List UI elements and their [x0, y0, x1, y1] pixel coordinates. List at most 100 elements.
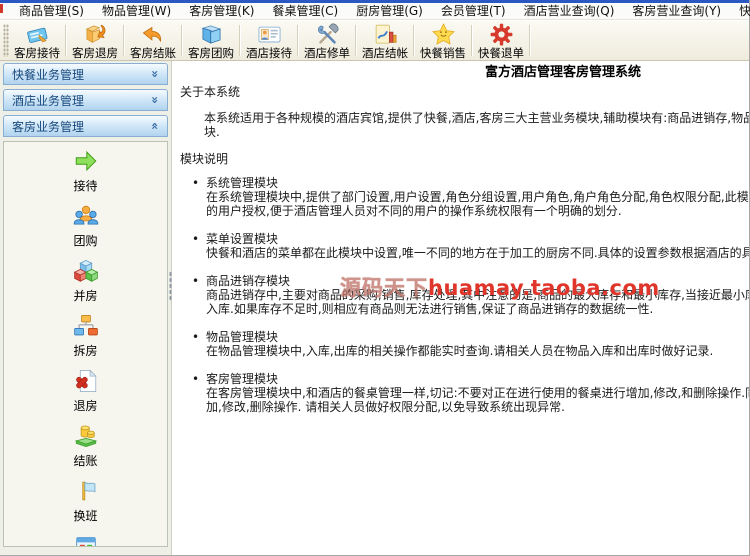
split-room-icon: [73, 313, 99, 339]
menu-item[interactable]: 酒店营业查询(Q): [515, 3, 624, 19]
about-heading: 关于本系统: [180, 85, 241, 99]
content-area: 富方酒店管理客房管理系统 关于本系统 本系统适用于各种规模的酒店宾馆,提供了快餐…: [172, 61, 749, 555]
hotel-management-window: 商品管理(S) 物品管理(W) 客房管理(K) 餐桌管理(C) 厨房管理(G) …: [0, 0, 750, 556]
toolbar-button[interactable]: 酒店结帐: [359, 21, 415, 60]
toolbar-button-label: 客房接待: [14, 46, 60, 60]
module-item: 客房管理模块 在客房管理模块中,和酒店的餐桌管理一样,切记:不要对正在进行使用的…: [178, 372, 749, 414]
text-line: 在客房管理模块中,和酒店的餐桌管理一样,切记:不要对正在进行使用的餐桌进行增加,…: [206, 386, 749, 400]
sidebar: 快餐业务管理 » 酒店业务管理 » 客房业务管理 « 接待 团购 并房 拆房 退…: [0, 61, 172, 555]
module-item: 菜单设置模块 快餐和酒店的菜单都在此模块中设置,唯一不同的地方在于加工的厨房不同…: [178, 232, 749, 260]
settle-coins-icon: [73, 423, 99, 449]
module-item: 商品进销存模块 商品进销存中,主要对商品的采购,销售,库存处理,其中注意的是,商…: [178, 274, 749, 316]
text-line: 在物品管理模块中,入库,出库的相关操作都能实时查询.请相关人员在物品入库和出库时…: [206, 344, 714, 358]
toolbar-button[interactable]: 快餐销售: [417, 21, 473, 60]
about-paragraph: 本系统适用于各种规模的酒店宾馆,提供了快餐,酒店,客房三大主营业务模块,辅助模块…: [178, 111, 749, 139]
sidebar-item[interactable]: 团购: [11, 203, 161, 249]
text-line: 的用户授权,便于酒店管理人员对不同的用户的操作系统权限有一个明确的划分.: [206, 204, 622, 218]
checkout-cross-icon: [73, 368, 99, 394]
module-title: 商品进销存模块: [206, 274, 291, 288]
module-title: 系统管理模块: [206, 176, 279, 190]
module-description: 在客房管理模块中,和酒店的餐桌管理一样,切记:不要对正在进行使用的餐桌进行增加,…: [206, 386, 749, 414]
page-title: 富方酒店管理客房管理系统: [484, 65, 641, 80]
menu-item[interactable]: 餐桌管理(C): [263, 3, 347, 19]
sidebar-item[interactable]: 结账: [11, 423, 161, 469]
menu-item[interactable]: 会员管理(T): [432, 3, 515, 19]
room-groupbuy-icon: [199, 22, 224, 47]
toolbar-button[interactable]: 快餐退单: [475, 21, 531, 60]
groupbuy-people-icon: [73, 203, 99, 229]
toolbar-button-label: 快餐退单: [478, 46, 524, 60]
toolbar-button[interactable]: 客房退房: [69, 21, 125, 60]
text-line: 加,修改,删除操作. 请相关人员做好权限分配,以免导致系统出现异常.: [206, 400, 565, 414]
toolbar-button-label: 酒店接待: [246, 46, 292, 60]
module-item: 物品管理模块 在物品管理模块中,入库,出库的相关操作都能实时查询.请相关人员在物…: [178, 330, 749, 358]
shift-flag-icon: [73, 478, 99, 504]
text-line: 块.: [204, 125, 220, 139]
sidebar-panel-room[interactable]: 客房业务管理 «: [3, 115, 168, 137]
module-list: 系统管理模块 在系统管理模块中,提供了部门设置,用户设置,角色分组设置,用户角色…: [178, 176, 749, 414]
room-panel-body: 接待 团购 并房 拆房 退房 结账 换班: [3, 141, 168, 547]
room-reception-icon: [25, 22, 50, 47]
sidebar-item-label: 接待: [73, 179, 98, 193]
menu-bar: 商品管理(S) 物品管理(W) 客房管理(K) 餐桌管理(C) 厨房管理(G) …: [0, 3, 750, 20]
menu-item[interactable]: 快餐营业查询(F): [730, 3, 750, 19]
module-description: 快餐和酒店的菜单都在此模块中设置,唯一不同的地方在于加工的厨房不同.具体的设置参…: [206, 246, 749, 260]
toolbar-button-label: 酒店修单: [304, 46, 350, 60]
fastfood-refund-icon: [489, 22, 514, 47]
toolbar-button-label: 客房团购: [188, 46, 234, 60]
toolbar-button-label: 客房结账: [130, 46, 176, 60]
module-title: 客房管理模块: [206, 372, 279, 386]
hotel-edit-icon: [315, 22, 340, 47]
document: 富方酒店管理客房管理系统 关于本系统 本系统适用于各种规模的酒店宾馆,提供了快餐…: [172, 61, 749, 414]
delayed-settle-icon: [73, 533, 99, 546]
toolbar-button-label: 客房退房: [72, 46, 118, 60]
chevron-down-icon: »: [148, 70, 163, 78]
sidebar-item[interactable]: 拆房: [11, 313, 161, 359]
toolbar-button[interactable]: 酒店接待: [243, 21, 299, 60]
sidebar-item-label: 结账: [73, 454, 98, 468]
sidebar-panel-hotel[interactable]: 酒店业务管理 »: [3, 89, 168, 111]
window-edge-mark: [0, 4, 3, 13]
toolbar-button[interactable]: 酒店修单: [301, 21, 357, 60]
sidebar-item-label: 换班: [73, 509, 98, 523]
toolbar-buttons: 客房接待 客房退房 客房结账 客房团购 酒店接待 酒店修单 酒店结帐 快餐销售 …: [11, 21, 533, 60]
toolbar-button[interactable]: 客房接待: [11, 21, 67, 60]
module-title: 物品管理模块: [206, 330, 279, 344]
module-description: 在系统管理模块中,提供了部门设置,用户设置,角色分组设置,用户角色,角户角色分配…: [206, 190, 749, 218]
menu-item[interactable]: 客房营业查询(Y): [623, 3, 730, 19]
panel-label: 酒店业务管理: [12, 93, 85, 108]
toolbar: 客房接待 客房退房 客房结账 客房团购 酒店接待 酒店修单 酒店结帐 快餐销售 …: [0, 20, 749, 61]
chevron-down-icon: »: [148, 96, 163, 104]
sidebar-item[interactable]: 并房: [11, 258, 161, 304]
hotel-reception-icon: [257, 22, 282, 47]
toolbar-grip-handle[interactable]: [3, 24, 9, 57]
sidebar-panel-fastfood[interactable]: 快餐业务管理 »: [3, 63, 168, 85]
sidebar-item[interactable]: 退房: [11, 368, 161, 414]
room-billing-icon: [141, 22, 166, 47]
toolbar-button-label: 快餐销售: [420, 46, 466, 60]
sidebar-item[interactable]: 接待: [11, 148, 161, 194]
modules-heading: 模块说明: [180, 152, 229, 166]
menu-item[interactable]: 客房管理(K): [180, 3, 263, 19]
module-item: 系统管理模块 在系统管理模块中,提供了部门设置,用户设置,角色分组设置,用户角色…: [178, 176, 749, 218]
menu-item[interactable]: 物品管理(W): [93, 3, 180, 19]
text-line: 入库.如果库存不足时,则相应有商品则无法进行销售,保证了商品进销存的数据统一性.: [206, 302, 654, 316]
sidebar-item[interactable]: 换班: [11, 478, 161, 524]
text-line: 本系统适用于各种规模的酒店宾馆,提供了快餐,酒店,客房三大主营业务模块,辅助模块…: [204, 111, 749, 125]
toolbar-button[interactable]: 客房团购: [185, 21, 241, 60]
toolbar-button[interactable]: 客房结账: [127, 21, 183, 60]
sidebar-item[interactable]: 延迟结账查询: [11, 533, 161, 546]
module-title: 菜单设置模块: [206, 232, 279, 246]
menu-item[interactable]: 商品管理(S): [10, 3, 93, 19]
sidebar-item-label: 团购: [73, 234, 98, 248]
panel-label: 快餐业务管理: [12, 67, 85, 82]
menu-item[interactable]: 厨房管理(G): [347, 3, 432, 19]
sidebar-item-label: 并房: [73, 289, 98, 303]
merge-room-icon: [73, 258, 99, 284]
room-checkout-icon: [83, 22, 108, 47]
chevron-up-icon: «: [148, 122, 163, 130]
text-line: 在系统管理模块中,提供了部门设置,用户设置,角色分组设置,用户角色,角户角色分配…: [206, 190, 749, 204]
text-line: 商品进销存中,主要对商品的采购,销售,库存处理,其中注意的是,商品的最大库存和最…: [206, 288, 749, 302]
main-region: 快餐业务管理 » 酒店业务管理 » 客房业务管理 « 接待 团购 并房 拆房 退…: [0, 61, 749, 555]
module-description: 在物品管理模块中,入库,出库的相关操作都能实时查询.请相关人员在物品入库和出库时…: [206, 344, 749, 358]
